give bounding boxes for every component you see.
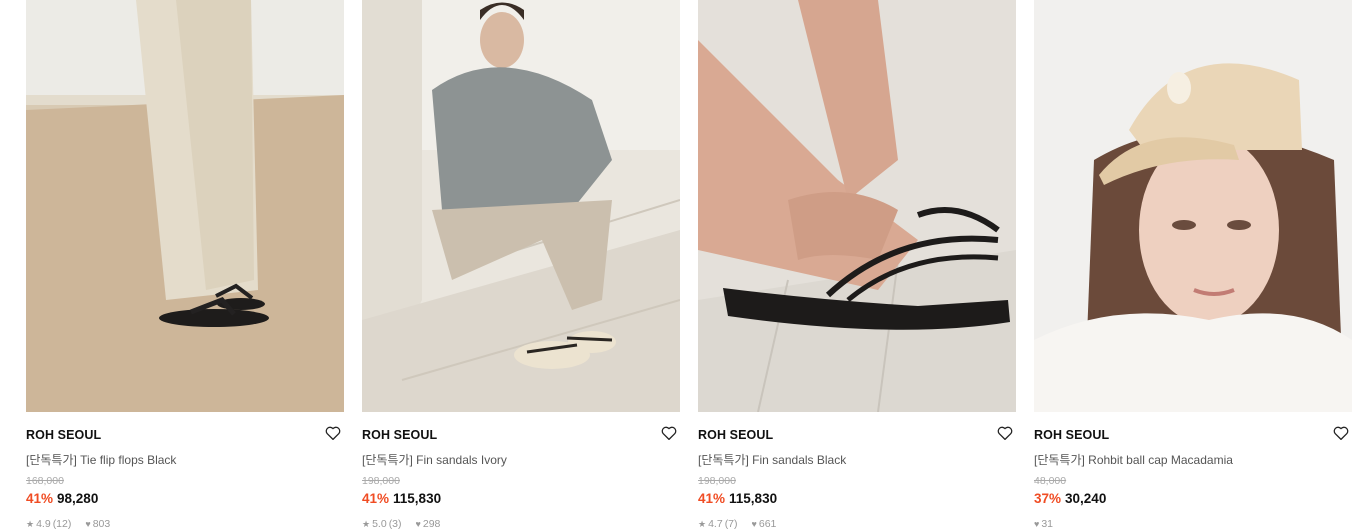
fin-sandals-ivory-photo — [362, 0, 680, 412]
original-price: 198,000 — [698, 475, 736, 487]
like-count: 803 — [92, 518, 111, 530]
product-image[interactable] — [362, 0, 680, 412]
sale-price: 30,240 — [1065, 491, 1107, 506]
heart-count-icon: ♥ — [1034, 519, 1040, 529]
review-count: (3) — [388, 518, 402, 530]
product-name[interactable]: [단독특가] Rohbit ball cap Macadamia — [1034, 451, 1233, 468]
heart-icon[interactable] — [1332, 424, 1350, 442]
product-name[interactable]: [단독특가] Fin sandals Ivory — [362, 451, 507, 468]
product-card[interactable]: ROH SEOUL [단독특가] Tie flip flops Black 16… — [26, 0, 344, 530]
price-line: 41% 115,830 — [362, 491, 441, 506]
price-line: 41% 115,830 — [698, 491, 777, 506]
product-stats: ★ 5.0 (3) ♥ 298 — [362, 518, 442, 530]
rating: 5.0 — [372, 518, 387, 530]
heart-icon[interactable] — [324, 424, 342, 442]
heart-icon[interactable] — [660, 424, 678, 442]
product-brand[interactable]: ROH SEOUL — [698, 428, 773, 442]
product-image[interactable] — [1034, 0, 1352, 412]
product-card[interactable]: ROH SEOUL [단독특가] Fin sandals Ivory 198,0… — [362, 0, 680, 530]
discount-rate: 41% — [362, 491, 390, 506]
like-count: 298 — [422, 518, 441, 530]
product-stats: ♥ 31 — [1034, 518, 1055, 530]
ball-cap-photo — [1034, 0, 1352, 412]
original-price: 198,000 — [362, 475, 400, 487]
rating: 4.9 — [36, 518, 51, 530]
product-brand[interactable]: ROH SEOUL — [362, 428, 437, 442]
heart-count-icon: ♥ — [415, 519, 421, 529]
star-icon: ★ — [362, 519, 371, 529]
original-price: 168,000 — [26, 475, 64, 487]
discount-rate: 37% — [1034, 491, 1062, 506]
sale-price: 115,830 — [729, 491, 778, 506]
discount-rate: 41% — [26, 491, 54, 506]
like-count: 661 — [758, 518, 777, 530]
review-count: (7) — [724, 518, 738, 530]
product-brand[interactable]: ROH SEOUL — [1034, 428, 1109, 442]
product-image[interactable] — [26, 0, 344, 412]
price-line: 37% 30,240 — [1034, 491, 1106, 506]
star-icon: ★ — [698, 519, 707, 529]
product-image[interactable] — [698, 0, 1016, 412]
star-icon: ★ — [26, 519, 35, 529]
product-name[interactable]: [단독특가] Fin sandals Black — [698, 451, 846, 468]
product-grid: ROH SEOUL [단독특가] Tie flip flops Black 16… — [0, 0, 1357, 530]
product-brand[interactable]: ROH SEOUL — [26, 428, 101, 442]
product-card[interactable]: ROH SEOUL [단독특가] Fin sandals Black 198,0… — [698, 0, 1016, 530]
fin-sandals-black-photo — [698, 0, 1016, 412]
product-card[interactable]: ROH SEOUL [단독특가] Rohbit ball cap Macadam… — [1034, 0, 1352, 530]
original-price: 48,000 — [1034, 475, 1067, 487]
heart-count-icon: ♥ — [85, 519, 91, 529]
product-stats: ★ 4.7 (7) ♥ 661 — [698, 518, 778, 530]
product-stats: ★ 4.9 (12) ♥ 803 — [26, 518, 112, 530]
tie-flip-flops-photo — [26, 0, 344, 412]
product-name[interactable]: [단독특가] Tie flip flops Black — [26, 451, 176, 468]
review-count: (12) — [52, 518, 72, 530]
heart-count-icon: ♥ — [751, 519, 757, 529]
sale-price: 115,830 — [393, 491, 442, 506]
sale-price: 98,280 — [57, 491, 99, 506]
like-count: 31 — [1041, 518, 1054, 530]
price-line: 41% 98,280 — [26, 491, 98, 506]
rating: 4.7 — [708, 518, 723, 530]
heart-icon[interactable] — [996, 424, 1014, 442]
discount-rate: 41% — [698, 491, 726, 506]
